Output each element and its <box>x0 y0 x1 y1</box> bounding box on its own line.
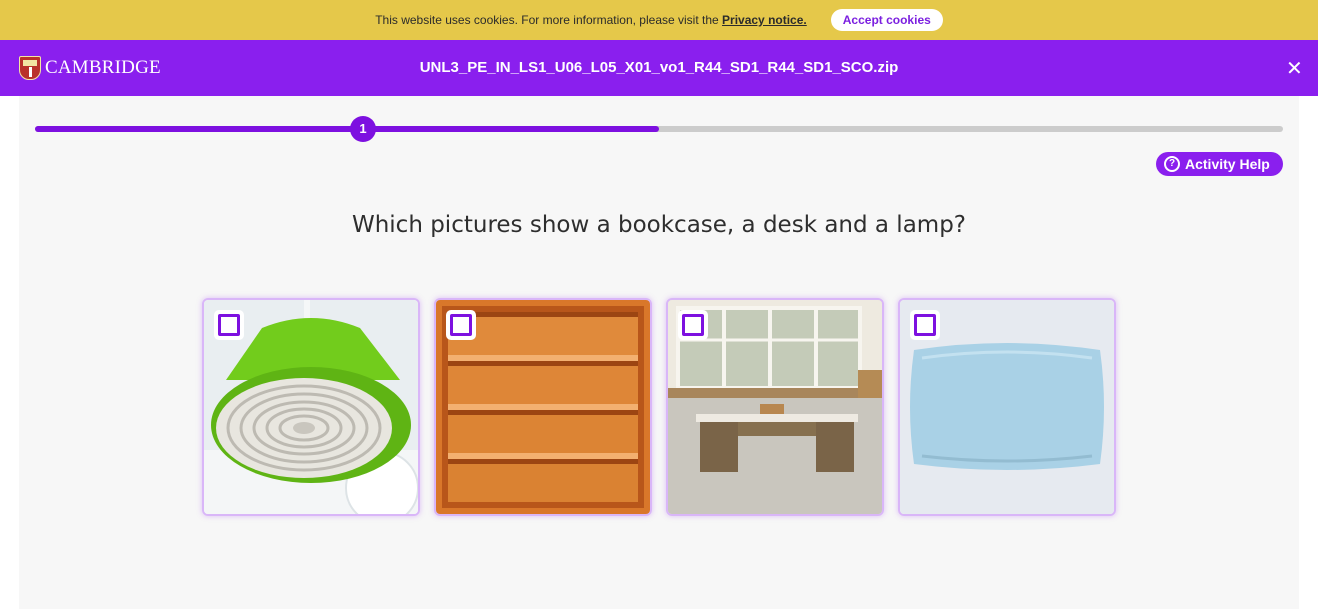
cookie-text: This website uses cookies. For more info… <box>375 13 719 27</box>
step-indicator: 1 <box>350 116 376 142</box>
progress-fill <box>35 126 659 132</box>
checkbox-box <box>914 314 936 336</box>
checkbox-box <box>218 314 240 336</box>
option-card-pillow[interactable] <box>898 298 1116 516</box>
checkbox-box <box>450 314 472 336</box>
activity-panel: 1 ? Activity Help Which pictures show a … <box>19 96 1299 609</box>
help-icon: ? <box>1164 156 1180 172</box>
cookie-message: This website uses cookies. For more info… <box>375 13 807 27</box>
cookie-banner: This website uses cookies. For more info… <box>0 0 1318 40</box>
file-title: UNL3_PE_IN_LS1_U06_L05_X01_vo1_R44_SD1_R… <box>419 59 899 76</box>
option-checkbox[interactable] <box>678 310 708 340</box>
option-checkbox[interactable] <box>910 310 940 340</box>
activity-help-label: Activity Help <box>1185 156 1270 172</box>
privacy-notice-link[interactable]: Privacy notice. <box>722 13 807 27</box>
option-card-lamp[interactable] <box>202 298 420 516</box>
app-header: CAMBRIDGE UNL3_PE_IN_LS1_U06_L05_X01_vo1… <box>0 40 1318 96</box>
close-icon[interactable]: ✕ <box>1286 56 1303 80</box>
checkbox-box <box>682 314 704 336</box>
option-card-bookcase[interactable] <box>434 298 652 516</box>
progress-bar: 1 <box>35 116 1283 142</box>
option-card-desk[interactable] <box>666 298 884 516</box>
accept-cookies-button[interactable]: Accept cookies <box>830 9 943 31</box>
option-checkbox[interactable] <box>446 310 476 340</box>
question-text: Which pictures show a bookcase, a desk a… <box>351 212 967 238</box>
activity-help-button[interactable]: ? Activity Help <box>1156 152 1283 176</box>
option-checkbox[interactable] <box>214 310 244 340</box>
